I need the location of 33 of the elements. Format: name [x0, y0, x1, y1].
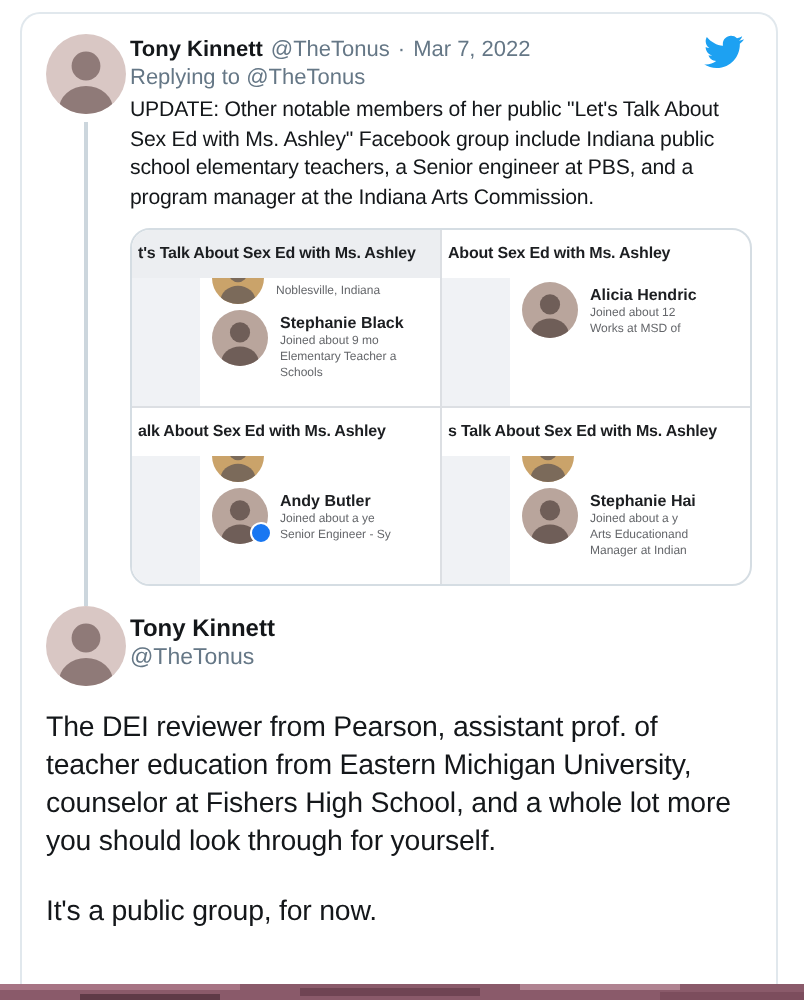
member-name[interactable]: Andy Butler: [280, 492, 391, 512]
reply-context: Replying to @TheTonus: [130, 66, 368, 90]
avatar-icon: [522, 488, 578, 544]
group-title: alk About Sex Ed with Ms. Ashley: [136, 420, 388, 444]
author-handle[interactable]: @TheTonus: [130, 646, 275, 670]
author-name[interactable]: Tony Kinnett: [130, 38, 263, 62]
member-name[interactable]: Stephanie Hai: [590, 492, 696, 512]
avatar-icon: [522, 456, 574, 482]
avatar-icon: [46, 34, 126, 114]
separator-dot: ·: [397, 38, 406, 62]
group-title: t's Talk About Sex Ed with Ms. Ashley: [132, 230, 440, 278]
group-title: About Sex Ed with Ms. Ashley: [446, 242, 673, 266]
sidebar-background: [132, 278, 200, 406]
avatar-icon: [212, 488, 268, 544]
sidebar-background: [442, 278, 510, 406]
badge-icon: [250, 522, 272, 544]
member-name[interactable]: Alicia Hendric: [590, 286, 697, 306]
tweet-date[interactable]: Mar 7, 2022: [413, 38, 531, 62]
avatar-icon: [212, 456, 264, 482]
avatar-icon: [522, 282, 578, 338]
sidebar-background: [132, 456, 200, 584]
tweet-text: The DEI reviewer from Pearson, assistant prof. of teacher education from Eastern Michigan University, counselor at Fishers High School, and a whole lot more you should look through for yourself.: [46, 710, 733, 862]
avatar-icon: [212, 310, 268, 366]
sidebar-background: [442, 456, 510, 584]
author-name[interactable]: Tony Kinnett: [130, 614, 275, 642]
member-name[interactable]: Stephanie Black: [280, 314, 404, 334]
avatar-icon: [46, 606, 126, 686]
bird-icon[interactable]: [704, 34, 744, 68]
avatar-icon: [212, 278, 264, 304]
author-handle[interactable]: @TheTonus: [270, 38, 390, 62]
tweet-text: It's a public group, for now.: [46, 894, 379, 932]
group-title: s Talk About Sex Ed with Ms. Ashley: [446, 420, 719, 444]
tweet-text: UPDATE: Other notable members of her public "Let's Talk About Sex Ed with Ms. Ashley" Facebook group include Indiana public school elementary teachers, a Senior engineer at PBS, and a program manager at the Indiana Arts Commission.: [130, 96, 721, 212]
